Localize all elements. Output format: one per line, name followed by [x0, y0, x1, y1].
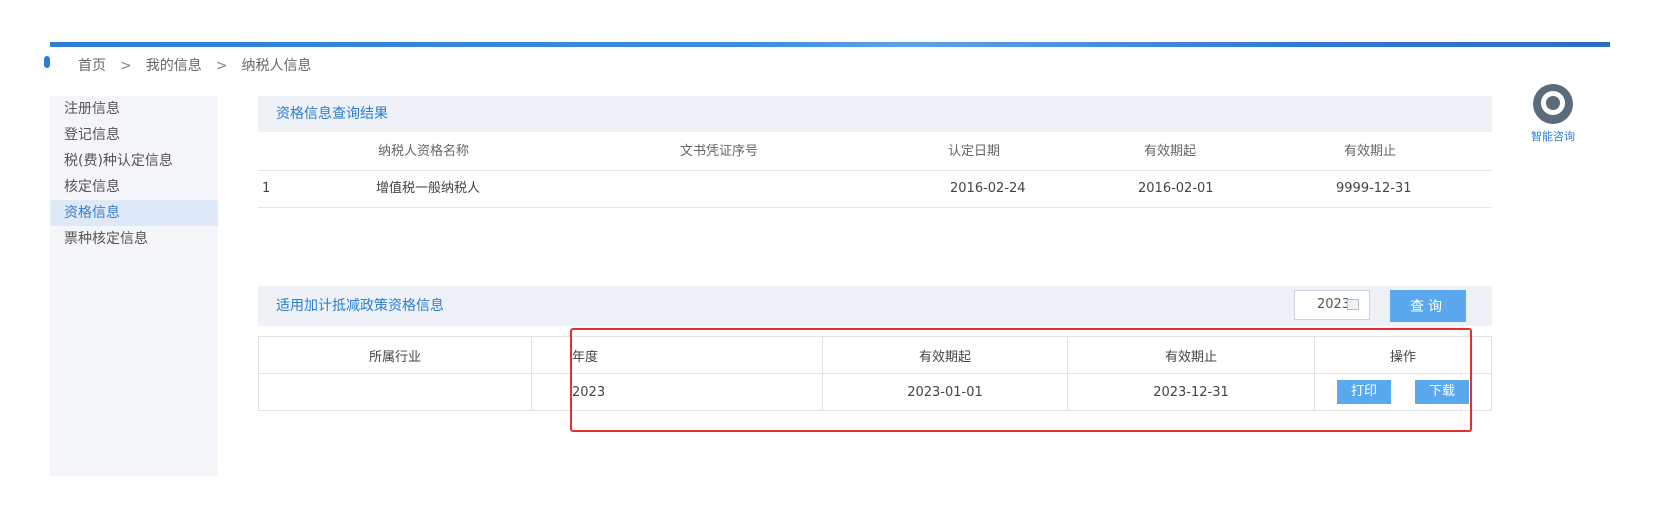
table-header-row: 纳税人资格名称 文书凭证序号 认定日期 有效期起 有效期止 — [258, 134, 1492, 171]
table-row: 2023 2023-01-01 2023-12-31 打印 下载 — [258, 373, 1492, 411]
deduction-table: 所属行业 年度 有效期起 有效期止 操作 2023 2023-01-01 202… — [258, 336, 1492, 411]
calendar-icon[interactable] — [1347, 299, 1359, 310]
breadcrumb-current: 纳税人信息 — [241, 58, 312, 74]
sidebar-item-invoice-type[interactable]: 票种核定信息 — [50, 226, 218, 252]
sidebar-item-tax-type[interactable]: 税(费)种认定信息 — [50, 148, 218, 174]
smart-consult-label: 智能咨询 — [1531, 130, 1575, 143]
valid-to-cell: 2023-12-31 — [1067, 373, 1315, 411]
valid-from-cell: 2023-01-01 — [822, 373, 1068, 411]
column-header: 有效期止 — [1067, 336, 1315, 374]
breadcrumb: 首页 > 我的信息 > 纳税人信息 — [78, 56, 311, 76]
qualification-table: 纳税人资格名称 文书凭证序号 认定日期 有效期起 有效期止 1 增值税一般纳税人… — [258, 134, 1492, 208]
breadcrumb-my-info[interactable]: 我的信息 — [146, 58, 202, 74]
smart-consult-button[interactable]: 智能咨询 — [1526, 84, 1580, 144]
valid-to: 9999-12-31 — [1336, 181, 1412, 196]
sidebar: 注册信息 登记信息 税(费)种认定信息 核定信息 资格信息 票种核定信息 — [50, 96, 218, 476]
actions-cell: 打印 下载 — [1314, 373, 1492, 411]
qualification-panel-title: 资格信息查询结果 — [258, 96, 1492, 132]
recognition-date: 2016-02-24 — [950, 181, 1026, 196]
column-header: 有效期止 — [1344, 144, 1397, 159]
valid-from: 2016-02-01 — [1138, 181, 1214, 196]
download-button[interactable]: 下载 — [1415, 380, 1469, 404]
year-input-value: 2023 — [1317, 297, 1351, 312]
print-button[interactable]: 打印 — [1337, 380, 1391, 404]
year-input[interactable]: 2023 — [1294, 290, 1370, 320]
sidebar-item-qualification[interactable]: 资格信息 — [50, 200, 218, 226]
column-header: 所属行业 — [258, 336, 532, 374]
qualification-name: 增值税一般纳税人 — [376, 181, 481, 196]
column-header: 有效期起 — [1144, 144, 1197, 159]
column-header: 纳税人资格名称 — [378, 144, 470, 159]
headset-icon — [1533, 84, 1573, 124]
column-header: 认定日期 — [948, 144, 1001, 159]
row-index: 1 — [262, 181, 271, 196]
top-accent-bar — [50, 42, 1610, 47]
table-header-row: 所属行业 年度 有效期起 有效期止 操作 — [258, 336, 1492, 374]
breadcrumb-home[interactable]: 首页 — [78, 58, 106, 74]
sidebar-item-registration[interactable]: 注册信息 — [50, 96, 218, 122]
sidebar-item-assessment[interactable]: 核定信息 — [50, 174, 218, 200]
breadcrumb-separator: > — [120, 58, 132, 74]
column-header: 文书凭证序号 — [680, 144, 759, 159]
column-header: 有效期起 — [822, 336, 1068, 374]
breadcrumb-separator: > — [215, 58, 228, 74]
column-header: 操作 — [1314, 336, 1492, 374]
query-button[interactable]: 查询 — [1390, 290, 1466, 322]
industry-cell — [258, 373, 532, 411]
breadcrumb-marker — [44, 56, 50, 68]
year-cell: 2023 — [531, 373, 823, 411]
column-header: 年度 — [531, 336, 823, 374]
table-row: 1 增值税一般纳税人 2016-02-24 2016-02-01 9999-12… — [258, 171, 1492, 208]
sidebar-item-registration-record[interactable]: 登记信息 — [50, 122, 218, 148]
